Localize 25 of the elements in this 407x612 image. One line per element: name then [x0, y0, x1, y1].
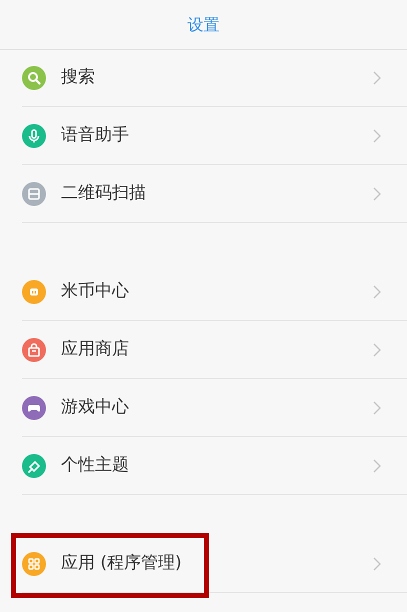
chevron-right-icon: [373, 71, 381, 85]
chevron-right-icon: [373, 129, 381, 143]
settings-item[interactable]: 搜索: [0, 49, 407, 107]
chevron-right-icon: [373, 285, 381, 299]
settings-item[interactable]: 应用 (程序管理): [0, 535, 407, 593]
chevron-right-icon: [373, 459, 381, 473]
item-label: 应用 (程序管理): [61, 552, 182, 576]
item-label: 二维码扫描: [61, 182, 146, 206]
item-label: 米币中心: [61, 280, 129, 304]
item-label: 搜索: [61, 66, 95, 90]
item-label: 游戏中心: [61, 396, 129, 420]
chevron-right-icon: [373, 187, 381, 201]
chevron-right-icon: [373, 401, 381, 415]
item-label: 个性主题: [61, 454, 129, 478]
chevron-right-icon: [373, 557, 381, 571]
settings-item[interactable]: 米币中心: [0, 263, 407, 321]
chevron-right-icon: [373, 343, 381, 357]
settings-item[interactable]: 二维码扫描: [0, 165, 407, 223]
item-label: 应用商店: [61, 338, 129, 362]
page-title: 设置: [188, 14, 220, 36]
settings-item[interactable]: 语音助手: [0, 107, 407, 165]
settings-item[interactable]: 应用商店: [0, 321, 407, 379]
settings-item[interactable]: 个性主题: [0, 437, 407, 495]
item-label: 语音助手: [61, 124, 129, 148]
settings-item[interactable]: 游戏中心: [0, 379, 407, 437]
